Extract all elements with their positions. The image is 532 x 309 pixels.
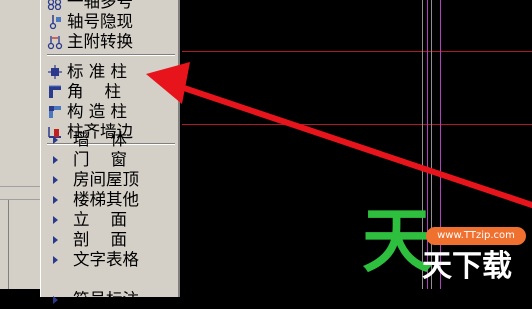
watermark-url: www.TTzip.com <box>426 227 526 245</box>
submenu-arrow-icon <box>53 292 61 308</box>
watermark: 天 www.TTzip.com 天下载 <box>362 196 532 289</box>
menu-item-symbol-annotation[interactable]: 符号标注 <box>47 290 177 309</box>
menu-item-label: 符号标注 <box>73 290 139 309</box>
watermark-text: 天下载 <box>422 249 512 284</box>
